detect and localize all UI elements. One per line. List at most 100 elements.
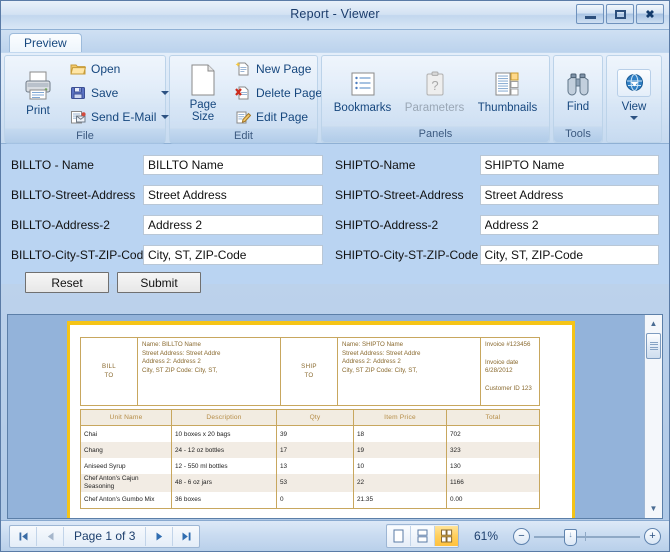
page-size-label-1: Page bbox=[190, 99, 217, 111]
maximize-icon bbox=[615, 10, 626, 19]
shipto-address: Name: SHIPTO Name Street Address: Street… bbox=[338, 338, 481, 406]
input-billto-name[interactable] bbox=[143, 155, 323, 175]
minimize-button[interactable] bbox=[576, 4, 604, 24]
ribbon-group-panels: Bookmarks ? Parameters bbox=[321, 55, 550, 143]
zoom-slider-track[interactable]: ↓ bbox=[534, 529, 640, 544]
status-bar: Page 1 of 3 bbox=[1, 520, 669, 551]
send-email-button[interactable]: Send E-Mail bbox=[68, 106, 173, 128]
title-bar: Report - Viewer ✖ bbox=[1, 1, 669, 30]
table-header-row: Unit Name Description Qty Item Price Tot… bbox=[81, 410, 540, 426]
svg-text:?: ? bbox=[431, 78, 438, 93]
ribbon-group-edit: Page Size bbox=[169, 55, 318, 143]
cell-description: 12 - 550 ml bottles bbox=[172, 458, 277, 474]
parameters-form: BILLTO - Name SHIPTO-Name BILLTO-Street-… bbox=[1, 144, 669, 284]
print-button[interactable]: Print bbox=[10, 67, 66, 119]
delete-page-icon bbox=[235, 85, 251, 101]
file-commands: Open Save bbox=[66, 58, 173, 128]
parameters-label: Parameters bbox=[405, 102, 464, 114]
group-label-edit: Edit bbox=[170, 128, 317, 144]
binoculars-icon bbox=[563, 71, 593, 99]
cell-description: 48 - 6 oz jars bbox=[172, 474, 277, 491]
zoom-out-button[interactable]: − bbox=[513, 528, 530, 545]
shipto-tag: SHIP TO bbox=[281, 338, 338, 406]
window-title: Report - Viewer bbox=[1, 7, 669, 21]
cell-qty: 53 bbox=[277, 474, 354, 491]
first-page-button[interactable] bbox=[10, 527, 37, 546]
parameters-button: ? Parameters bbox=[399, 68, 470, 116]
input-billto-street-address[interactable] bbox=[143, 185, 323, 205]
thumbnails-button[interactable]: Thumbnails bbox=[472, 68, 543, 116]
last-page-icon bbox=[181, 531, 192, 542]
save-button[interactable]: Save bbox=[68, 82, 173, 104]
label-billto-name: BILLTO - Name bbox=[11, 158, 143, 172]
input-billto-city-st-zip[interactable] bbox=[143, 245, 323, 265]
cell-total: 323 bbox=[447, 442, 540, 458]
form-row: BILLTO - Name SHIPTO-Name bbox=[11, 152, 659, 177]
reset-button[interactable]: Reset bbox=[25, 272, 109, 293]
cell-description: 10 boxes x 20 bags bbox=[172, 426, 277, 443]
page-size-button[interactable]: Page Size bbox=[175, 61, 231, 125]
label-billto-address-2: BILLTO-Address-2 bbox=[11, 218, 143, 232]
next-page-icon bbox=[154, 531, 165, 542]
maximize-button[interactable] bbox=[606, 4, 634, 24]
form-row: BILLTO-Address-2 SHIPTO-Address-2 bbox=[11, 212, 659, 237]
page-size-label-2: Size bbox=[192, 111, 214, 123]
zoom-slider-tick bbox=[585, 532, 586, 541]
new-page-button[interactable]: New Page bbox=[233, 58, 324, 80]
input-shipto-city-st-zip[interactable] bbox=[480, 245, 659, 265]
open-label: Open bbox=[91, 62, 120, 76]
new-page-label: New Page bbox=[256, 62, 311, 76]
find-button[interactable]: Find bbox=[550, 69, 606, 115]
last-page-button[interactable] bbox=[173, 527, 199, 546]
zoom-slider-thumb[interactable]: ↓ bbox=[564, 529, 577, 546]
zoom-control: − ↓ + bbox=[513, 528, 661, 545]
zoom-in-button[interactable]: + bbox=[644, 528, 661, 545]
column-header-qty: Qty bbox=[277, 410, 354, 426]
address-block-table: BILL TO Name: BILLTO Name Street Address… bbox=[80, 337, 540, 406]
tab-preview[interactable]: Preview bbox=[9, 33, 82, 52]
input-shipto-name[interactable] bbox=[480, 155, 659, 175]
submit-button[interactable]: Submit bbox=[117, 272, 201, 293]
scroll-up-arrow-icon[interactable]: ▲ bbox=[646, 316, 661, 331]
cell-unit-name: Chai bbox=[81, 426, 172, 443]
scrollbar-thumb[interactable] bbox=[646, 333, 661, 359]
envelope-icon bbox=[70, 109, 86, 125]
preview-canvas[interactable]: BILL TO Name: BILLTO Name Street Address… bbox=[8, 315, 644, 518]
bookmarks-button[interactable]: Bookmarks bbox=[328, 68, 398, 116]
scroll-down-arrow-icon[interactable]: ▼ bbox=[646, 501, 661, 516]
invoice-date: Invoice date 6/28/2012 bbox=[485, 359, 535, 376]
view-mode-multi-page[interactable] bbox=[435, 526, 458, 546]
multi-page-icon bbox=[440, 529, 453, 543]
open-button[interactable]: Open bbox=[68, 58, 173, 80]
view-mode-continuous[interactable] bbox=[411, 526, 435, 546]
cell-total: 0.00 bbox=[447, 492, 540, 509]
column-header-description: Description bbox=[172, 410, 277, 426]
cell-unit-name: Chef Anton's Cajun Seasoning bbox=[81, 474, 172, 491]
input-shipto-street-address[interactable] bbox=[480, 185, 659, 205]
previous-page-button[interactable] bbox=[37, 527, 64, 546]
close-icon: ✖ bbox=[645, 8, 654, 21]
bookmarks-icon bbox=[348, 70, 378, 100]
next-page-button[interactable] bbox=[146, 527, 173, 546]
chevron-down-icon[interactable] bbox=[630, 116, 638, 120]
preview-vertical-scrollbar[interactable]: ▲ ▼ bbox=[644, 315, 662, 518]
form-row: BILLTO-City-ST-ZIP-Code SHIPTO-City-ST-Z… bbox=[11, 242, 659, 267]
input-billto-address-2[interactable] bbox=[143, 215, 323, 235]
ribbon-tab-strip: Preview bbox=[1, 30, 669, 52]
printer-icon bbox=[21, 69, 55, 103]
customer-id: Customer ID 123 bbox=[485, 385, 535, 394]
view-mode-single-page[interactable] bbox=[387, 526, 411, 546]
label-shipto-city-st-zip: SHIPTO-City-ST-ZIP-Code bbox=[335, 248, 480, 262]
input-shipto-address-2[interactable] bbox=[480, 215, 659, 235]
close-button[interactable]: ✖ bbox=[636, 4, 664, 24]
delete-page-button[interactable]: Delete Page bbox=[233, 82, 324, 104]
form-field-billto-name: BILLTO - Name bbox=[11, 155, 335, 175]
cell-item-price: 21.35 bbox=[354, 492, 447, 509]
group-label-panels: Panels bbox=[322, 126, 549, 142]
cell-qty: 17 bbox=[277, 442, 354, 458]
edit-page-button[interactable]: Edit Page bbox=[233, 106, 324, 128]
form-buttons: Reset Submit bbox=[11, 272, 659, 293]
cell-qty: 39 bbox=[277, 426, 354, 443]
view-button[interactable] bbox=[617, 69, 651, 97]
report-page: BILL TO Name: BILLTO Name Street Address… bbox=[67, 321, 575, 518]
